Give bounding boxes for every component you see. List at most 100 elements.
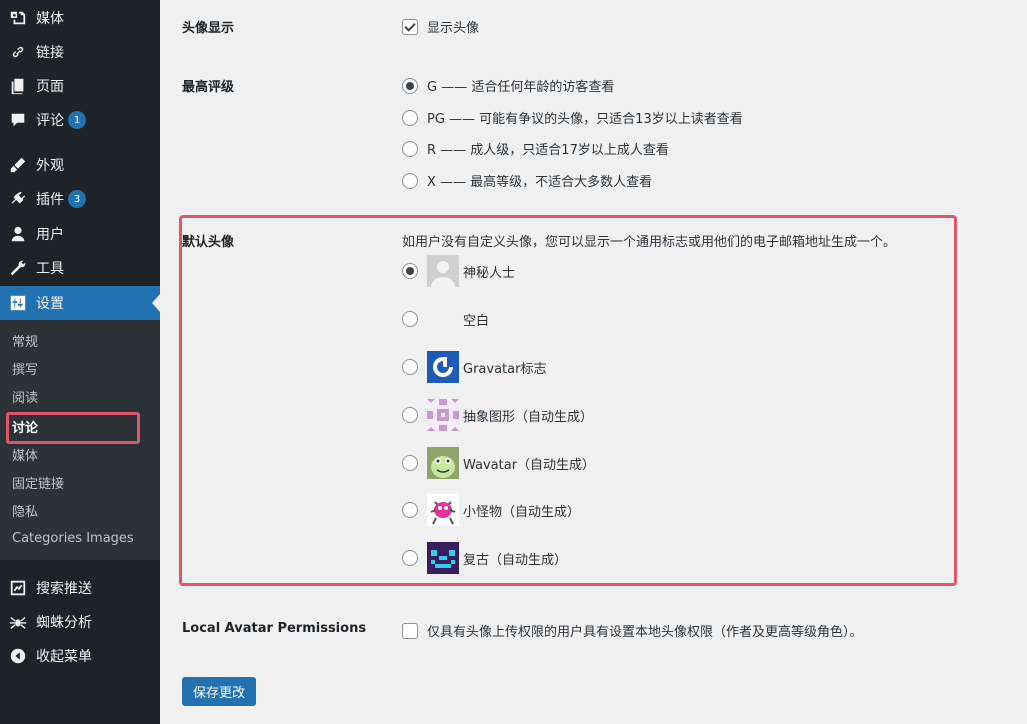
plugins-icon xyxy=(8,189,28,209)
default-avatar-description: 如用户没有自定义头像，您可以显示一个通用标志或用他们的电子邮箱地址生成一个。 xyxy=(402,235,897,250)
submenu-item-discussion[interactable]: 讨论 xyxy=(0,412,160,440)
menu-item-search-push[interactable]: 搜索推送 xyxy=(0,571,160,605)
spider-icon xyxy=(8,612,28,632)
menu-item-label: 工具 xyxy=(36,261,64,277)
submenu-item-reading[interactable]: 阅读 xyxy=(0,382,160,410)
menu-item-label: 媒体 xyxy=(36,11,64,27)
avatar-radio[interactable] xyxy=(402,455,418,471)
menu-item-label: 设置 xyxy=(36,296,64,312)
show-avatars-option[interactable]: 显示头像 xyxy=(402,17,479,36)
avatar-option-retro[interactable]: 复古（自动生成） xyxy=(402,542,567,574)
appearance-icon xyxy=(8,155,28,175)
menu-item-label: 链接 xyxy=(36,45,64,61)
submenu-item-writing[interactable]: 撰写 xyxy=(0,354,160,382)
menu-item-media[interactable]: 媒体 xyxy=(0,1,160,35)
menu-item-label: 用户 xyxy=(36,227,64,243)
pages-icon xyxy=(8,76,28,96)
avatar-radio[interactable] xyxy=(402,407,418,423)
show-avatars-label: 显示头像 xyxy=(427,21,480,36)
menu-item-links[interactable]: 链接 xyxy=(0,35,160,69)
monsterid-avatar-icon xyxy=(427,494,459,526)
avatar-option-monsterid[interactable]: 小怪物（自动生成） xyxy=(402,494,580,526)
menu-item-collapse[interactable]: 收起菜单 xyxy=(0,639,160,673)
avatar-radio[interactable] xyxy=(402,263,418,279)
rating-radio[interactable] xyxy=(402,140,418,157)
search-push-icon xyxy=(8,578,28,598)
rating-option-label: X —— 最高等级，不适合大多数人查看 xyxy=(427,175,653,190)
menu-item-label: 搜索推送 xyxy=(36,581,92,597)
menu-item-appearance[interactable]: 外观 xyxy=(0,148,160,182)
discussion-settings-form: 头像显示 显示头像 最高评级 G —— 适合任何年龄的访客查看 PG —— 可能… xyxy=(160,0,1027,724)
gravatar-logo-icon xyxy=(427,351,459,383)
menu-item-plugins[interactable]: 插件 3 xyxy=(0,182,160,216)
menu-item-label: 页面 xyxy=(36,79,64,95)
rating-option-label: G —— 适合任何年龄的访客查看 xyxy=(427,80,615,95)
avatar-radio[interactable] xyxy=(402,311,418,327)
avatar-option-identicon[interactable]: 抽象图形（自动生成） xyxy=(402,399,593,431)
tools-icon xyxy=(8,258,28,278)
avatar-option-label: 空白 xyxy=(463,313,490,329)
avatar-radio[interactable] xyxy=(402,550,418,566)
collapse-icon xyxy=(8,646,28,666)
avatar-option-blank[interactable]: 空白 xyxy=(402,303,489,335)
local-avatar-permissions-checkbox[interactable] xyxy=(402,622,418,639)
plugins-count-badge: 3 xyxy=(68,190,86,208)
avatar-option-label: 抽象图形（自动生成） xyxy=(463,409,594,425)
wavatar-avatar-icon xyxy=(427,447,459,479)
media-icon xyxy=(8,8,28,28)
rating-option-label: PG —— 可能有争议的头像，只适合13岁以上读者查看 xyxy=(427,112,743,127)
save-changes-button[interactable]: 保存更改 xyxy=(182,677,257,706)
avatar-option-mystery[interactable]: 神秘人士 xyxy=(402,255,515,287)
menu-item-settings[interactable]: 设置 xyxy=(0,286,160,320)
avatar-option-wavatar[interactable]: Wavatar（自动生成） xyxy=(402,447,595,479)
rating-radio[interactable] xyxy=(402,77,418,94)
submenu-item-general[interactable]: 常规 xyxy=(0,326,160,354)
menu-item-users[interactable]: 用户 xyxy=(0,217,160,251)
show-avatars-checkbox[interactable] xyxy=(402,18,418,35)
local-avatar-permissions-label: Local Avatar Permissions xyxy=(182,621,367,636)
settings-submenu: 常规 撰写 阅读 讨论 媒体 固定链接 隐私 Categories Images xyxy=(0,320,160,560)
rating-option-r[interactable]: R —— 成人级，只适合17岁以上成人查看 xyxy=(402,139,669,158)
avatar-option-label: Wavatar（自动生成） xyxy=(463,457,596,473)
menu-item-pages[interactable]: 页面 xyxy=(0,69,160,103)
avatar-radio[interactable] xyxy=(402,502,418,518)
rating-option-label: R —— 成人级，只适合17岁以上成人查看 xyxy=(427,143,669,158)
settings-icon xyxy=(8,293,28,313)
users-icon xyxy=(8,224,28,244)
link-icon xyxy=(8,42,28,62)
avatar-radio[interactable] xyxy=(402,359,418,375)
default-avatar-label: 默认头像 xyxy=(182,235,235,250)
comments-icon xyxy=(8,110,28,130)
local-avatar-permissions-option[interactable]: 仅具有头像上传权限的用户具有设置本地头像权限（作者及更高等级角色）。 xyxy=(402,621,863,640)
submenu-item-categories-images[interactable]: Categories Images xyxy=(0,524,160,552)
avatar-option-label: 复古（自动生成） xyxy=(463,552,568,568)
avatar-option-gravatar[interactable]: Gravatar标志 xyxy=(402,351,546,383)
blank-avatar-icon xyxy=(427,303,459,335)
retro-avatar-icon xyxy=(427,542,459,574)
menu-item-label: 蜘蛛分析 xyxy=(36,615,92,631)
rating-option-x[interactable]: X —— 最高等级，不适合大多数人查看 xyxy=(402,171,652,190)
comments-count-badge: 1 xyxy=(68,111,86,129)
identicon-avatar-icon xyxy=(427,399,459,431)
submenu-item-media[interactable]: 媒体 xyxy=(0,440,160,468)
rating-radio[interactable] xyxy=(402,109,418,126)
avatar-option-label: 小怪物（自动生成） xyxy=(463,504,581,520)
rating-option-pg[interactable]: PG —— 可能有争议的头像，只适合13岁以上读者查看 xyxy=(402,108,743,127)
menu-item-label: 外观 xyxy=(36,158,64,174)
avatar-option-label: Gravatar标志 xyxy=(463,361,547,377)
mystery-person-avatar-icon xyxy=(427,255,459,287)
submenu-item-privacy[interactable]: 隐私 xyxy=(0,496,160,524)
max-rating-label: 最高评级 xyxy=(182,80,235,95)
menu-item-comments[interactable]: 评论 1 xyxy=(0,103,160,137)
avatar-display-label: 头像显示 xyxy=(182,21,235,36)
rating-option-g[interactable]: G —— 适合任何年龄的访客查看 xyxy=(402,76,614,95)
menu-item-spider-analysis[interactable]: 蜘蛛分析 xyxy=(0,605,160,639)
menu-item-label: 评论 xyxy=(36,113,64,129)
rating-radio[interactable] xyxy=(402,172,418,189)
menu-item-label: 收起菜单 xyxy=(36,649,92,665)
local-avatar-permissions-text: 仅具有头像上传权限的用户具有设置本地头像权限（作者及更高等级角色）。 xyxy=(427,625,863,640)
menu-item-tools[interactable]: 工具 xyxy=(0,251,160,285)
menu-item-label: 插件 xyxy=(36,192,64,208)
submenu-item-permalinks[interactable]: 固定链接 xyxy=(0,468,160,496)
admin-sidebar: 媒体 链接 页面 评论 1 外观 插件 3 用户 工具 设置 常规 撰写 阅读 … xyxy=(0,0,160,724)
